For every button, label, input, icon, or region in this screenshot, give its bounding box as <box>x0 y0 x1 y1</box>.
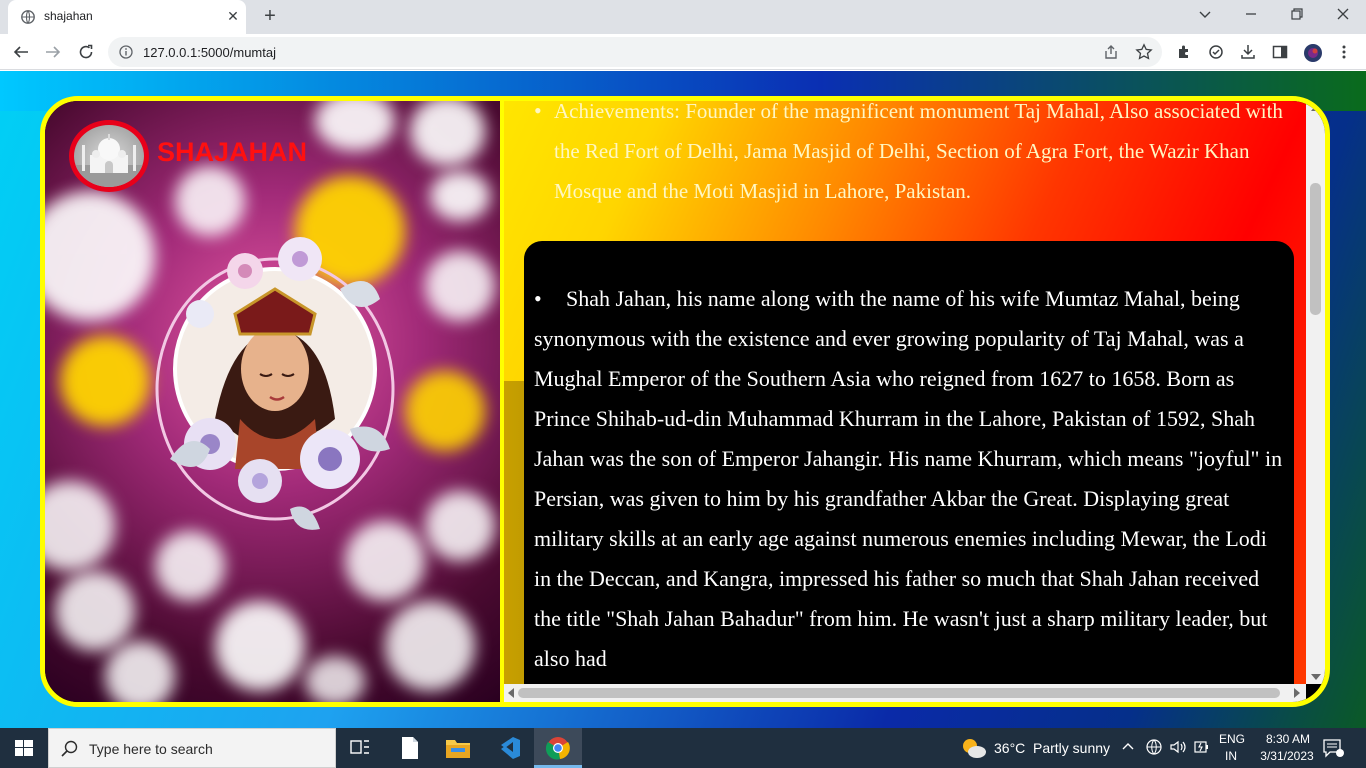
tab-title: shajahan <box>44 9 93 23</box>
bullet-icon: • <box>534 101 542 123</box>
tab-search-chevron-icon[interactable] <box>1182 0 1228 30</box>
battery-icon[interactable] <box>1193 738 1211 761</box>
clock-time[interactable]: 8:30 AM <box>1258 732 1318 746</box>
tab-close-icon[interactable]: ✕ <box>224 7 242 25</box>
reload-icon[interactable] <box>74 40 98 64</box>
browser-tab-strip: shajahan ✕ + <box>0 0 1366 34</box>
horizontal-scrollbar[interactable] <box>504 684 1306 702</box>
portrait-panel: SHAJAHAN <box>45 101 500 702</box>
weather-description[interactable]: Partly sunny <box>1033 740 1110 756</box>
chevron-up-icon[interactable] <box>1121 738 1135 761</box>
taskbar-search-box[interactable]: Type here to search <box>48 728 336 768</box>
content-scroll-area[interactable]: • Achievements: Founder of the magnifice… <box>504 101 1306 684</box>
search-placeholder: Type here to search <box>89 741 213 757</box>
horizontal-scroll-thumb[interactable] <box>518 688 1280 698</box>
bullet-icon: • <box>534 286 542 311</box>
achievements-text: Achievements: Founder of the magnificent… <box>554 101 1283 203</box>
extensions-puzzle-icon[interactable] <box>1172 40 1196 64</box>
bokeh-light <box>405 371 485 451</box>
bokeh-light <box>315 101 395 151</box>
content-frame: SHAJAHAN • Achievements: Founder of the … <box>40 96 1330 707</box>
minimize-icon[interactable] <box>1228 0 1274 30</box>
biography-text: Shah Jahan, his name along with the name… <box>534 286 1283 671</box>
vertical-scrollbar[interactable] <box>1306 101 1325 684</box>
bokeh-light <box>425 251 495 321</box>
bokeh-light <box>425 491 495 561</box>
page-viewport: SHAJAHAN • Achievements: Founder of the … <box>0 71 1366 728</box>
bokeh-light <box>45 481 115 571</box>
bokeh-light <box>305 656 365 702</box>
bookmark-star-icon[interactable] <box>1135 43 1153 66</box>
speaker-icon[interactable] <box>1169 738 1187 761</box>
notepad-file-icon[interactable] <box>386 728 434 768</box>
bokeh-light <box>60 336 150 426</box>
scroll-down-arrow-icon[interactable] <box>1311 674 1321 680</box>
restore-icon[interactable] <box>1274 0 1320 30</box>
url-text[interactable]: 127.0.0.1:5000/mumtaj <box>143 45 276 60</box>
extension-sync-icon[interactable] <box>1204 40 1228 64</box>
browser-toolbar: 127.0.0.1:5000/mumtaj <box>0 34 1366 70</box>
clock-date[interactable]: 3/31/2023 <box>1254 749 1320 763</box>
vertical-scroll-thumb[interactable] <box>1310 183 1321 315</box>
forward-arrow-icon[interactable] <box>41 40 65 64</box>
scroll-left-arrow-icon[interactable] <box>508 688 514 698</box>
chrome-icon[interactable] <box>534 728 582 768</box>
search-icon <box>61 740 79 763</box>
achievements-item: • Achievements: Founder of the magnifice… <box>534 101 1304 211</box>
taj-mahal-logo <box>69 120 149 192</box>
bokeh-light <box>215 601 305 691</box>
task-view-icon[interactable] <box>336 728 384 768</box>
brand-title: SHAJAHAN <box>157 137 308 167</box>
profile-avatar-icon[interactable] <box>1300 40 1324 64</box>
browser-menu-icon[interactable] <box>1332 40 1356 64</box>
address-bar[interactable]: 127.0.0.1:5000/mumtaj <box>108 37 1162 67</box>
input-region[interactable]: IN <box>1225 749 1237 763</box>
windows-taskbar: Type here to search 36°C Partly sunny EN… <box>0 728 1366 768</box>
scroll-right-arrow-icon[interactable] <box>1294 688 1300 698</box>
share-icon[interactable] <box>1103 44 1119 65</box>
bokeh-light <box>410 101 485 166</box>
bokeh-light <box>430 171 490 221</box>
download-icon[interactable] <box>1236 40 1260 64</box>
scroll-up-arrow-icon[interactable] <box>1311 105 1321 111</box>
weather-temperature[interactable]: 36°C <box>994 740 1025 756</box>
bokeh-light <box>55 571 135 651</box>
notification-center-icon[interactable] <box>1322 738 1344 763</box>
network-globe-icon[interactable] <box>1145 738 1163 761</box>
globe-icon <box>21 10 35 24</box>
taj-mahal-icon <box>74 134 144 187</box>
mumtaz-portrait-illustration <box>155 237 395 530</box>
bokeh-light <box>105 641 175 702</box>
side-panel-icon[interactable] <box>1268 40 1292 64</box>
browser-tab[interactable]: shajahan ✕ <box>8 0 246 34</box>
close-window-icon[interactable] <box>1320 0 1366 30</box>
file-explorer-icon[interactable] <box>434 728 482 768</box>
windows-start-icon[interactable] <box>0 728 48 768</box>
input-language[interactable]: ENG <box>1219 732 1245 746</box>
biography-card: • Shah Jahan, his name along with the nam… <box>524 241 1294 684</box>
weather-partly-sunny-icon[interactable] <box>960 736 988 765</box>
bokeh-light <box>385 601 475 691</box>
back-arrow-icon[interactable] <box>9 40 33 64</box>
new-tab-button[interactable]: + <box>258 4 282 28</box>
site-info-icon[interactable] <box>119 45 133 64</box>
bokeh-light <box>45 191 155 321</box>
vscode-icon[interactable] <box>485 728 533 768</box>
